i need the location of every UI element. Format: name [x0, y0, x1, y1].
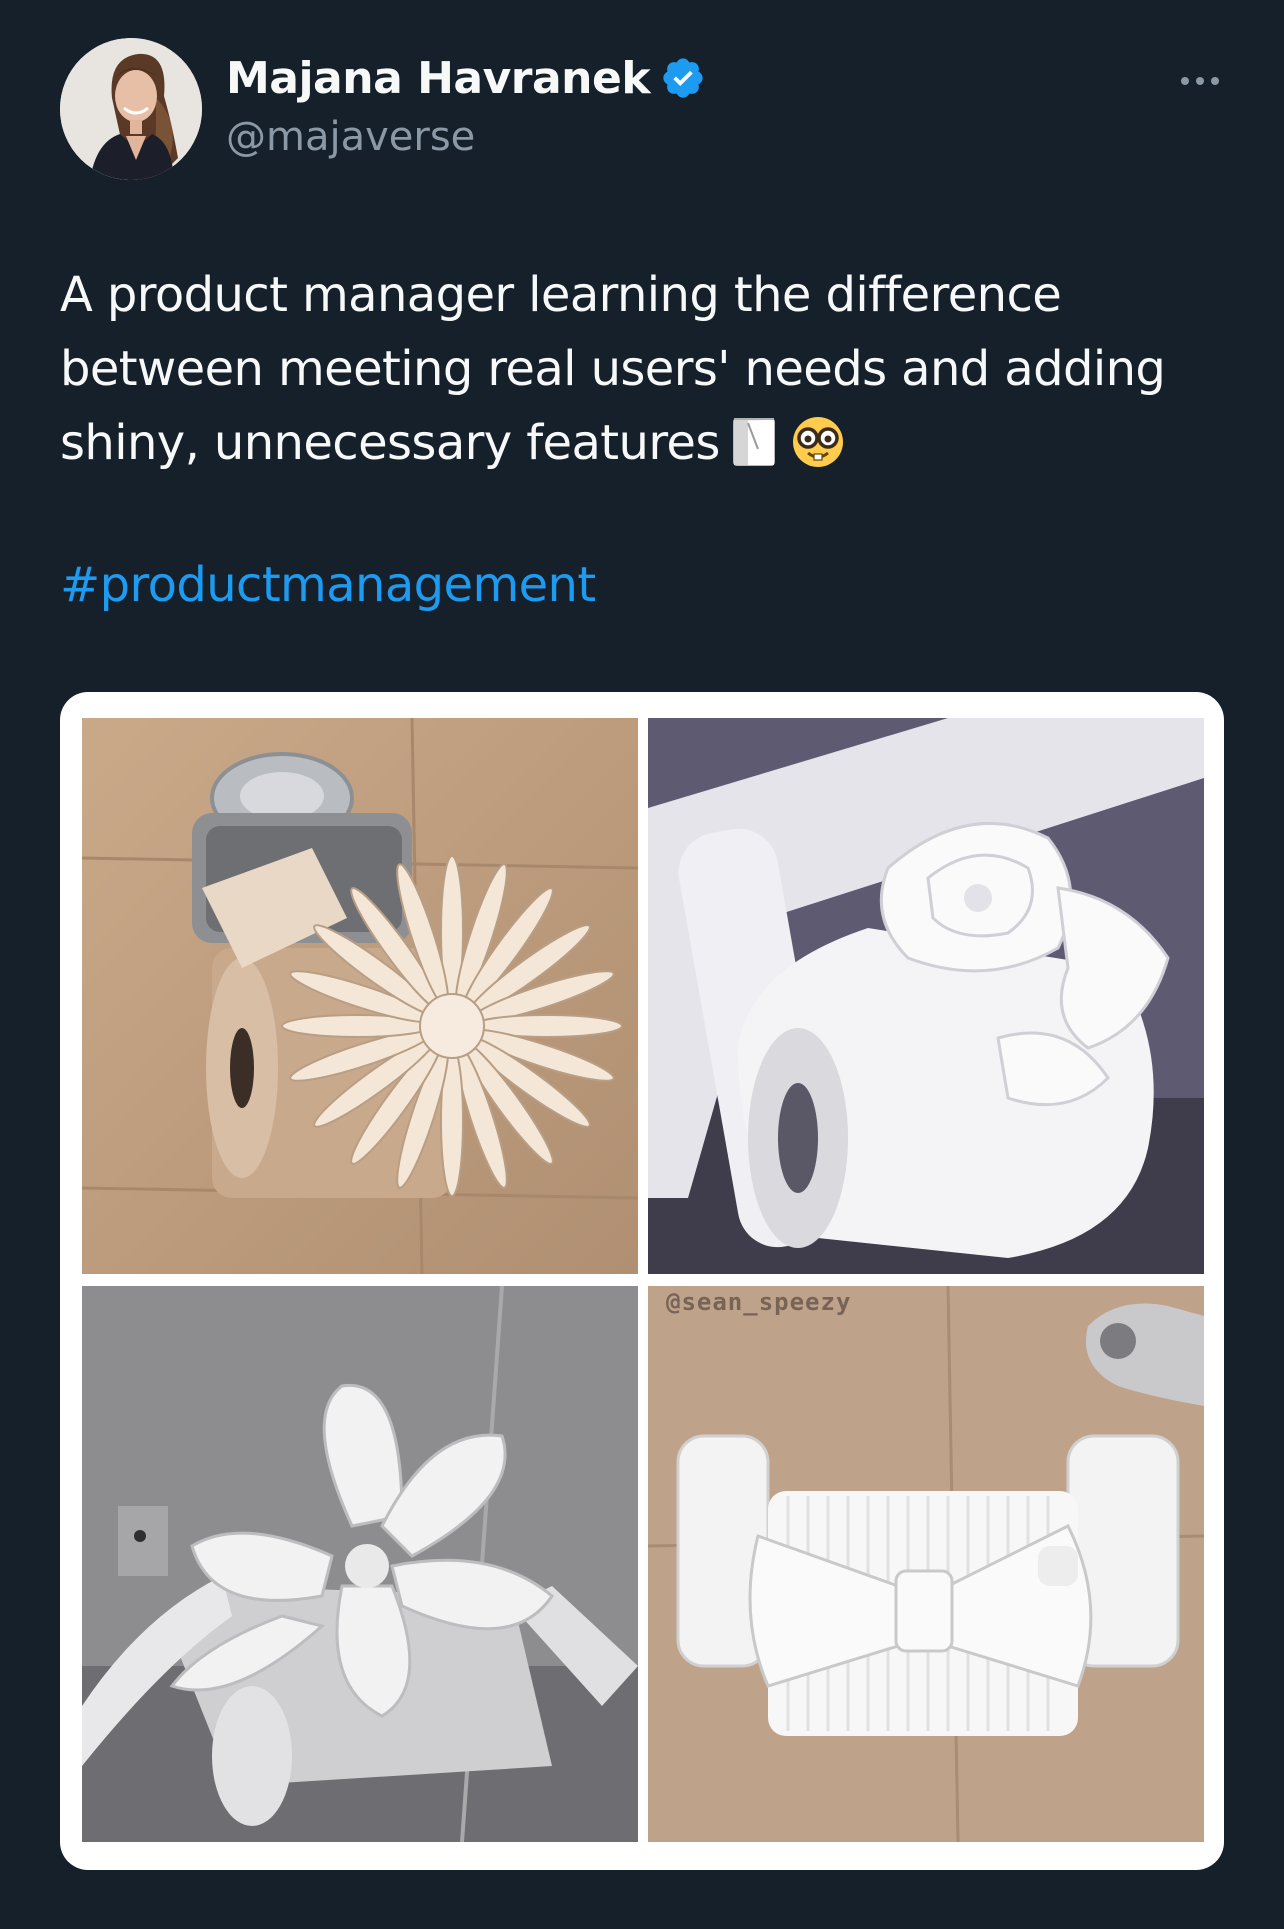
tweet-text: A product manager learning the differenc…: [60, 258, 1230, 490]
verified-badge-icon: [660, 55, 706, 101]
display-name[interactable]: Majana Havranek: [226, 53, 651, 104]
photo-flower-fold[interactable]: [82, 1286, 638, 1842]
tweet: Majana Havranek @majaverse A product man…: [0, 0, 1284, 1929]
tweet-body-text: A product manager learning the differenc…: [60, 267, 1166, 471]
tweet-header: Majana Havranek @majaverse: [60, 38, 1230, 180]
toilet-paper-roll-emoji: [728, 413, 780, 490]
name-row: Majana Havranek: [226, 48, 706, 108]
photo-watermark: @sean_speezy: [666, 1288, 852, 1316]
photo-daisy-fold[interactable]: [82, 718, 638, 1274]
nerd-face-emoji: [788, 413, 848, 490]
media-grid[interactable]: @sean_speezy: [60, 692, 1224, 1870]
hashtag-link[interactable]: #productmanagement: [60, 548, 596, 622]
more-dots-icon[interactable]: [1170, 66, 1230, 96]
handle[interactable]: @majaverse: [226, 114, 475, 160]
avatar[interactable]: [60, 38, 202, 180]
photo-bow-fold[interactable]: @sean_speezy: [648, 1286, 1204, 1842]
photo-rose-fold[interactable]: [648, 718, 1204, 1274]
